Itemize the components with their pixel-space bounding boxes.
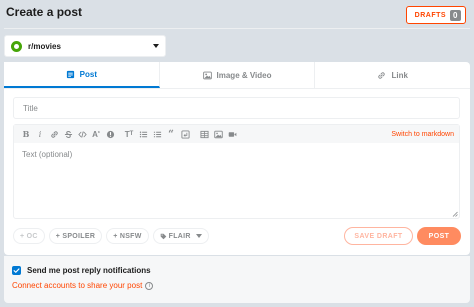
- chevron-down-icon: [195, 234, 202, 238]
- drafts-button[interactable]: DRAFTS 0: [405, 6, 466, 24]
- chevron-down-icon: [153, 44, 159, 48]
- tab-post-label: Post: [79, 69, 97, 79]
- tab-image-video[interactable]: Image & Video: [160, 62, 316, 88]
- link-icon[interactable]: [47, 127, 61, 141]
- table-icon[interactable]: [197, 127, 211, 141]
- post-type-tabs: Post Image & Video Link: [4, 62, 470, 89]
- tab-link[interactable]: Link: [315, 62, 470, 88]
- notifications-panel: Send me post reply notifications Connect…: [4, 256, 470, 303]
- tab-post[interactable]: Post: [4, 62, 160, 88]
- post-composer-card: Post Image & Video Link B i A* TT “: [4, 62, 470, 255]
- tag-icon: [160, 233, 166, 239]
- italic-icon[interactable]: i: [33, 127, 47, 141]
- document-icon: [66, 70, 74, 78]
- body-placeholder: Text (optional): [22, 150, 73, 159]
- nsfw-tag-button[interactable]: + NSFW: [106, 228, 149, 244]
- video-icon[interactable]: [225, 127, 239, 141]
- link-icon: [378, 71, 386, 79]
- resize-handle-icon[interactable]: [452, 211, 458, 217]
- header-divider: [4, 28, 470, 29]
- spoiler-icon[interactable]: [103, 127, 117, 141]
- community-name: r/movies: [28, 41, 61, 51]
- drafts-count-badge: 0: [450, 9, 461, 21]
- connect-accounts-link[interactable]: Connect accounts to share your post i: [12, 281, 154, 290]
- switch-to-markdown-link[interactable]: Switch to markdown: [391, 131, 454, 138]
- reply-notifications-row[interactable]: Send me post reply notifications: [12, 266, 151, 275]
- oc-tag-button[interactable]: + OC: [13, 228, 45, 244]
- numbered-list-icon[interactable]: [150, 127, 164, 141]
- body-editor[interactable]: B i A * TT “ Switch to markdown Text (opt…: [13, 124, 460, 219]
- title-input[interactable]: [13, 97, 460, 119]
- heading-icon[interactable]: TT: [122, 127, 136, 141]
- drafts-label: DRAFTS: [414, 11, 447, 19]
- image-icon[interactable]: [211, 127, 225, 141]
- info-icon[interactable]: i: [145, 281, 154, 290]
- tab-link-label: Link: [391, 70, 408, 80]
- spoiler-tag-button[interactable]: + SPOILER: [48, 228, 103, 244]
- strikethrough-icon[interactable]: [61, 127, 75, 141]
- superscript-icon[interactable]: A *: [89, 127, 103, 141]
- image-icon: [202, 71, 212, 79]
- flair-button[interactable]: FLAIR: [152, 228, 209, 244]
- reply-notifications-checkbox[interactable]: [12, 266, 21, 275]
- post-tags-row: + OC + SPOILER + NSFW FLAIR: [13, 228, 209, 244]
- code-block-icon[interactable]: [178, 127, 192, 141]
- connect-accounts-label: Connect accounts to share your post: [12, 281, 143, 290]
- bulleted-list-icon[interactable]: [136, 127, 150, 141]
- community-avatar-icon: [11, 40, 22, 52]
- post-button[interactable]: POST: [417, 227, 461, 245]
- editor-toolbar: B i A * TT “ Switch to markdown: [14, 125, 459, 143]
- quote-block-icon[interactable]: “: [164, 127, 178, 141]
- inline-code-icon[interactable]: [75, 127, 89, 141]
- save-draft-button[interactable]: SAVE DRAFT: [344, 227, 413, 245]
- checkmark-icon: [13, 268, 20, 274]
- reply-notifications-label: Send me post reply notifications: [27, 266, 151, 275]
- flair-label: FLAIR: [168, 232, 191, 240]
- bold-icon[interactable]: B: [19, 127, 33, 141]
- community-selector[interactable]: r/movies: [4, 35, 166, 57]
- tab-image-video-label: Image & Video: [216, 70, 272, 80]
- page-title: Create a post: [6, 5, 83, 19]
